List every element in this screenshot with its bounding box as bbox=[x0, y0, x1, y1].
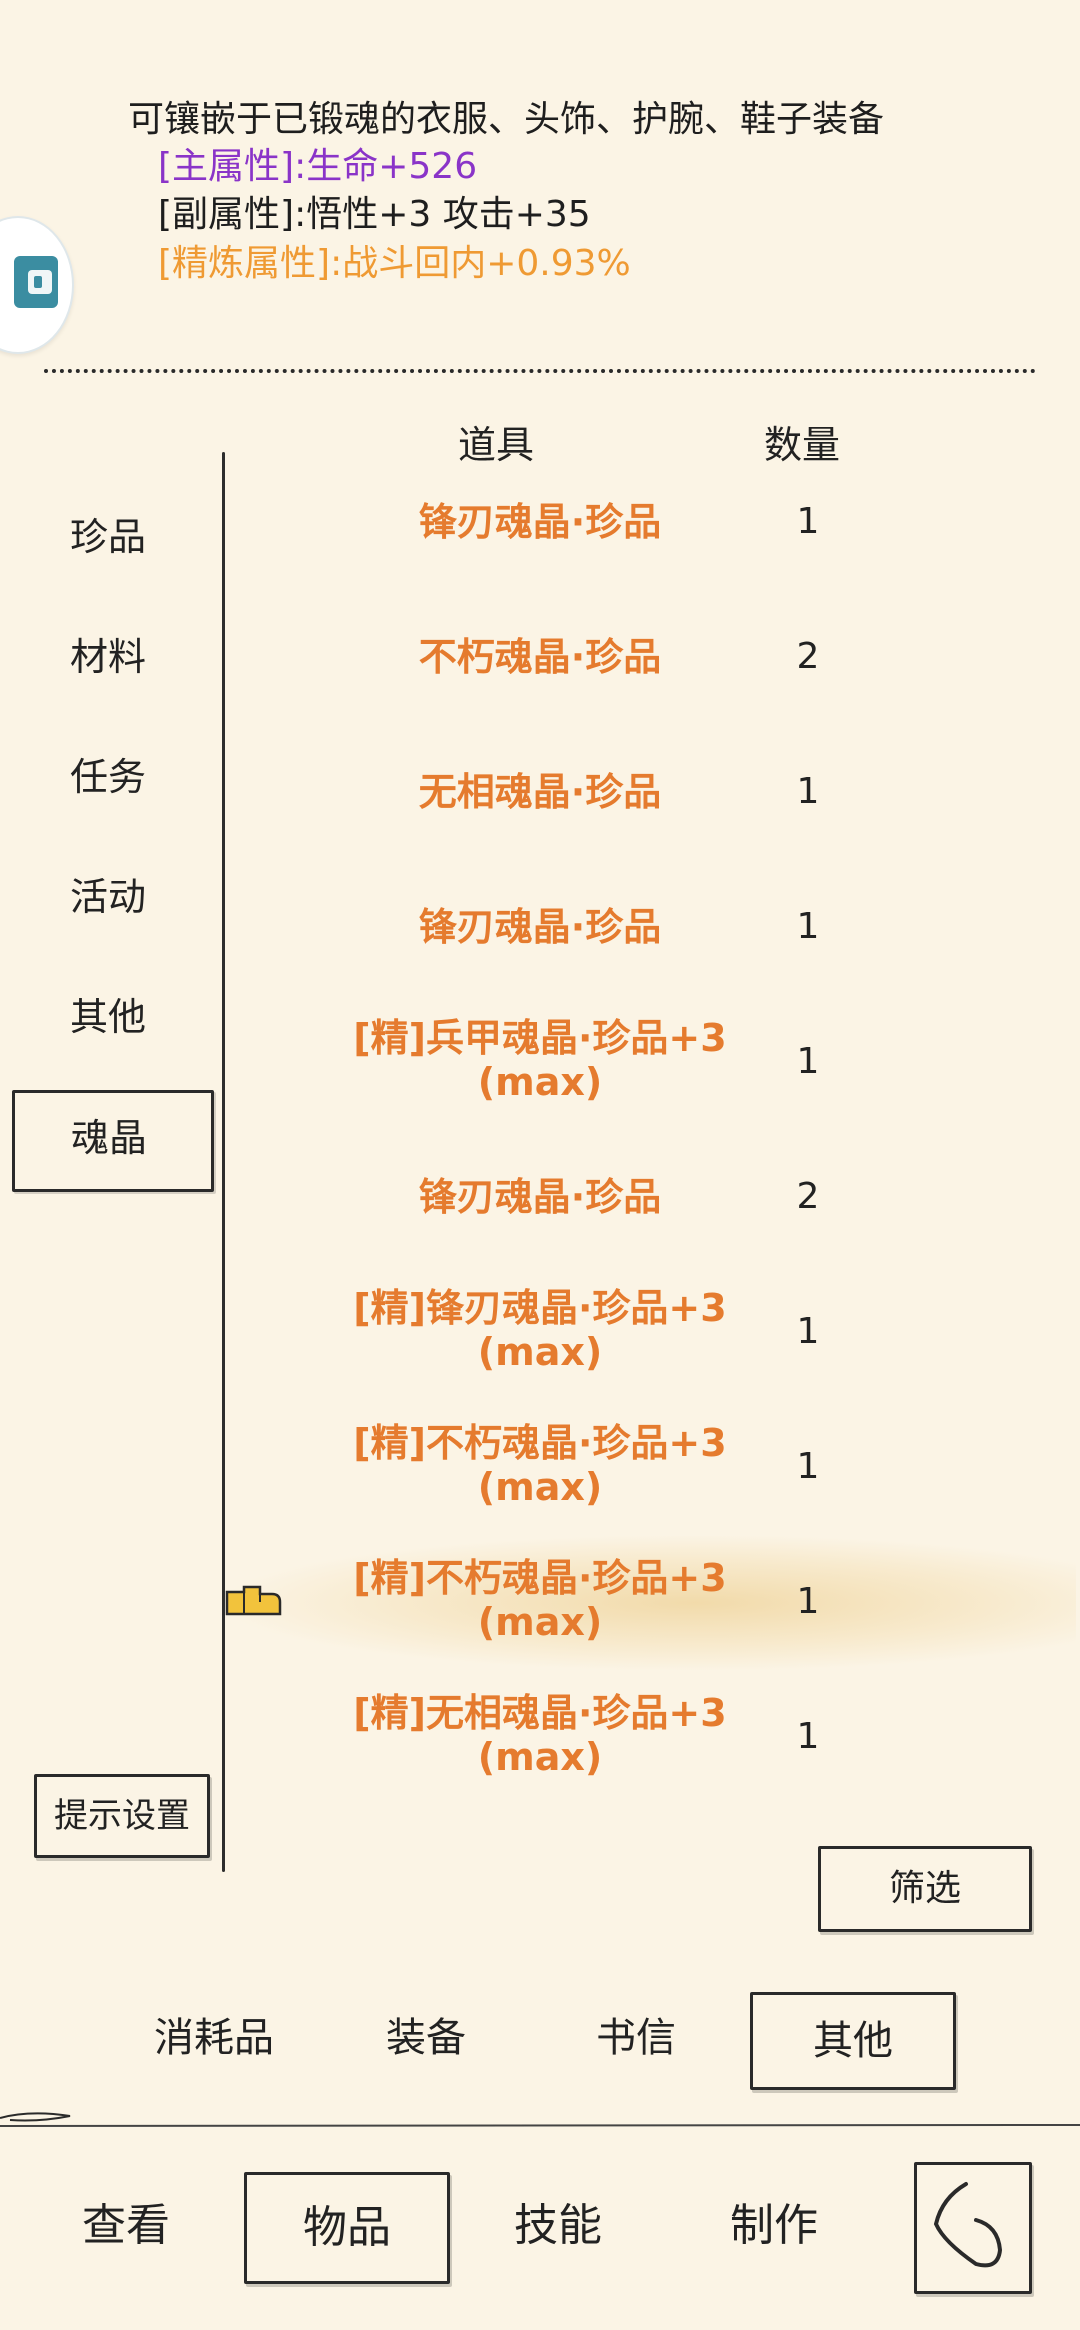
item-quantity: 1 bbox=[796, 1581, 820, 1622]
item-quantity: 1 bbox=[796, 1041, 820, 1082]
list-item[interactable]: [精]不朽魂晶·珍品+3 (max) 1 bbox=[230, 1401, 1076, 1535]
item-name: 锋刃魂晶·珍品 bbox=[418, 1175, 662, 1219]
item-quantity: 1 bbox=[796, 906, 820, 947]
list-item[interactable]: 锋刃魂晶·珍品 1 bbox=[230, 861, 1076, 995]
list-item[interactable]: [精]锋刃魂晶·珍品+3 (max) 1 bbox=[230, 1266, 1076, 1400]
nav-skills[interactable]: 技能 bbox=[514, 2196, 602, 2256]
back-button[interactable] bbox=[914, 2162, 1032, 2294]
category-events[interactable]: 活动 bbox=[70, 872, 146, 922]
list-item[interactable]: 不朽魂晶·珍品 2 bbox=[230, 591, 1076, 725]
brush-stroke-divider bbox=[0, 2112, 1080, 2127]
item-name: 锋刃魂晶·珍品 bbox=[418, 500, 662, 544]
tab-other[interactable]: 其他 bbox=[750, 1992, 956, 2090]
item-name: [精]兵甲魂晶·珍品+3 (max) bbox=[353, 1016, 727, 1104]
list-item[interactable]: 无相魂晶·珍品 1 bbox=[230, 726, 1076, 860]
floating-app-tile-dot bbox=[34, 276, 42, 288]
item-quantity: 1 bbox=[796, 1446, 820, 1487]
pointing-hand-icon bbox=[225, 1585, 282, 1616]
list-item[interactable]: 锋刃魂晶·珍品 2 bbox=[230, 1131, 1076, 1265]
nav-view[interactable]: 查看 bbox=[82, 2196, 170, 2256]
item-name: 无相魂晶·珍品 bbox=[418, 770, 662, 814]
category-tasks[interactable]: 任务 bbox=[70, 752, 146, 802]
item-quantity: 2 bbox=[796, 1176, 820, 1217]
floating-app-icon[interactable] bbox=[0, 216, 74, 354]
item-name: [精]无相魂晶·珍品+3 (max) bbox=[353, 1691, 727, 1779]
list-item-selected[interactable]: [精]不朽魂晶·珍品+3 (max) 1 bbox=[230, 1536, 1076, 1670]
item-name: [精]不朽魂晶·珍品+3 (max) bbox=[353, 1556, 727, 1644]
category-soul-crystal[interactable]: 魂晶 bbox=[12, 1090, 214, 1192]
category-divider bbox=[222, 452, 225, 1872]
item-name: [精]不朽魂晶·珍品+3 (max) bbox=[353, 1421, 727, 1509]
tab-letters[interactable]: 书信 bbox=[596, 2008, 676, 2068]
list-item[interactable]: [精]无相魂晶·珍品+3 (max) 1 bbox=[230, 1671, 1076, 1805]
nav-items[interactable]: 物品 bbox=[244, 2172, 450, 2284]
item-quantity: 1 bbox=[796, 771, 820, 812]
secondary-attribute: [副属性]:悟性+3 攻击+35 bbox=[158, 194, 591, 235]
filter-button[interactable]: 筛选 bbox=[818, 1846, 1032, 1932]
refine-attribute: [精炼属性]:战斗回内+0.93% bbox=[158, 243, 631, 284]
category-soul-crystal-label: 魂晶 bbox=[71, 1116, 148, 1160]
back-curve-icon bbox=[933, 2182, 1003, 2268]
item-quantity: 1 bbox=[796, 1311, 820, 1352]
tab-consumables[interactable]: 消耗品 bbox=[154, 2008, 274, 2068]
item-name: [精]锋刃魂晶·珍品+3 (max) bbox=[353, 1286, 727, 1374]
item-name: 锋刃魂晶·珍品 bbox=[418, 905, 662, 949]
category-other[interactable]: 其他 bbox=[70, 992, 146, 1042]
item-quantity: 1 bbox=[796, 1716, 820, 1757]
item-name: 不朽魂晶·珍品 bbox=[418, 635, 662, 679]
primary-attribute: [主属性]:生命+526 bbox=[158, 146, 478, 187]
item-description: 可镶嵌于已锻魂的衣服、头饰、护腕、鞋子装备 bbox=[128, 99, 885, 140]
category-materials[interactable]: 材料 bbox=[70, 632, 146, 682]
list-item[interactable]: [精]兵甲魂晶·珍品+3 (max) 1 bbox=[230, 996, 1076, 1130]
nav-craft[interactable]: 制作 bbox=[730, 2196, 818, 2256]
item-quantity: 2 bbox=[796, 636, 820, 677]
category-rare[interactable]: 珍品 bbox=[70, 512, 146, 562]
list-item[interactable]: 锋刃魂晶·珍品 1 bbox=[230, 456, 1076, 590]
hint-settings-button[interactable]: 提示设置 bbox=[34, 1774, 210, 1858]
dotted-divider bbox=[44, 369, 1036, 373]
tab-equipment[interactable]: 装备 bbox=[386, 2008, 466, 2068]
item-quantity: 1 bbox=[796, 501, 820, 542]
